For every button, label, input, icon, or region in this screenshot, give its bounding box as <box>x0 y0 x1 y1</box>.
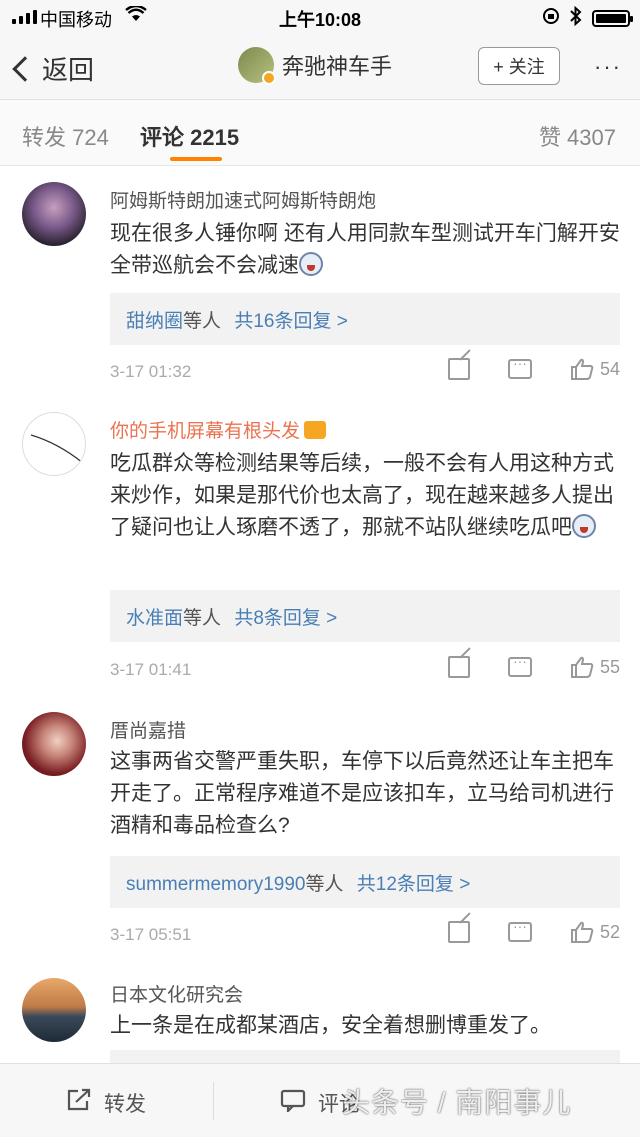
follow-button[interactable]: + 关注 <box>478 47 560 85</box>
comment-username[interactable]: 阿姆斯特朗加速式阿姆斯特朗炮 <box>110 186 376 213</box>
replies-mid: 等人 <box>183 311 222 332</box>
comment-text: 吃瓜群众等检测结果等后续，一般不会有人用这种方式来炒作，如果是那代价也太高了，现… <box>110 448 620 544</box>
comment-text: 上一条是在成都某酒店，安全着想删博重发了。 <box>110 1014 551 1037</box>
laugh-emoji-icon <box>572 514 596 538</box>
author-info[interactable]: 奔驰神车手 <box>238 47 392 85</box>
thumbs-up-icon[interactable] <box>570 921 594 943</box>
user-avatar[interactable] <box>22 712 86 776</box>
comment-icon[interactable] <box>507 918 532 942</box>
like-count: 52 <box>599 921 620 942</box>
share-icon[interactable] <box>447 358 470 380</box>
reply-user-link[interactable]: 水准面 <box>126 608 183 629</box>
comment-timestamp: 3-17 05:51 <box>110 925 192 944</box>
verified-badge-icon <box>262 71 276 85</box>
comment-meta: 3-17 01:32 54 <box>110 355 620 382</box>
reply-user-link[interactable]: 甜纳圈 <box>126 311 183 332</box>
tab-reposts[interactable]: 转发 724 <box>22 120 109 152</box>
thumbs-up-icon[interactable] <box>570 358 594 380</box>
laugh-emoji-icon <box>299 252 323 276</box>
comment-timestamp: 3-17 01:41 <box>110 660 192 679</box>
share-icon[interactable] <box>447 921 470 943</box>
bluetooth-icon <box>570 5 582 31</box>
reply-count-link[interactable]: 共8条回复 > <box>234 608 337 629</box>
repost-button[interactable]: 转发 <box>66 1088 146 1118</box>
comment-icon[interactable] <box>507 653 532 677</box>
comment-username[interactable]: 厝尚嘉措 <box>110 716 186 743</box>
replies-preview[interactable]: summermemory1990等人 共12条回复 > <box>110 856 620 908</box>
reply-count-link[interactable]: 共12条回复 > <box>357 874 471 895</box>
active-tab-indicator <box>170 157 222 161</box>
tab-likes[interactable]: 赞 4307 <box>539 120 616 152</box>
comment-icon <box>280 1088 306 1118</box>
replies-preview[interactable]: 水准面等人 共8条回复 > <box>110 590 620 642</box>
comment-timestamp: 3-17 01:32 <box>110 362 192 381</box>
user-avatar[interactable] <box>22 182 86 246</box>
chevron-left-icon <box>12 55 38 82</box>
replies-mid: 等人 <box>183 608 222 629</box>
watermark: 头条号 / 南阳事儿 <box>342 1087 572 1118</box>
like-count: 54 <box>599 358 620 379</box>
bottom-action-bar: 转发 评论 头条号 / 南阳事儿 <box>0 1063 640 1137</box>
reply-user-link[interactable]: summermemory1990 <box>126 874 306 895</box>
battery-icon <box>592 10 633 27</box>
nav-bar: 返回 奔驰神车手 + 关注 ··· <box>0 34 640 100</box>
more-options-button[interactable]: ··· <box>594 54 622 80</box>
back-button[interactable]: 返回 <box>12 50 95 87</box>
reply-count-link[interactable]: 共16条回复 > <box>234 311 348 332</box>
replies-mid: 等人 <box>305 874 344 895</box>
divider <box>213 1082 214 1120</box>
comment-username[interactable]: 日本文化研究会 <box>110 980 243 1007</box>
comment-text-body: 现在很多人锤你啊 还有人用同款车型测试开车门解开安全带巡航会不会减速 <box>110 222 620 277</box>
thumbs-up-icon[interactable] <box>570 656 594 678</box>
repost-label: 转发 <box>104 1093 146 1116</box>
comment-text: 这事两省交警严重失职，车停下以后竟然还让车主把车开走了。正常程序难道不是应该扣车… <box>110 750 614 837</box>
user-avatar[interactable] <box>22 978 86 1042</box>
comment-meta: 3-17 05:51 52 <box>110 918 620 945</box>
comment-icon[interactable] <box>507 355 532 379</box>
replies-preview[interactable]: 甜纳圈等人 共16条回复 > <box>110 293 620 345</box>
repost-icon <box>66 1088 92 1118</box>
comment-text-body: 吃瓜群众等检测结果等后续，一般不会有人用这种方式来炒作，如果是那代价也太高了，现… <box>110 452 614 539</box>
comment-text: 现在很多人锤你啊 还有人用同款车型测试开车门解开安全带巡航会不会减速 <box>110 218 620 282</box>
user-avatar[interactable] <box>22 412 86 476</box>
author-name[interactable]: 奔驰神车手 <box>282 49 392 81</box>
rotation-lock-icon <box>542 7 560 30</box>
username-text[interactable]: 你的手机屏幕有根头发 <box>110 421 300 442</box>
like-count: 55 <box>599 656 620 677</box>
comment-username[interactable]: 你的手机屏幕有根头发 <box>110 416 327 443</box>
share-icon[interactable] <box>447 656 470 678</box>
replies-preview <box>110 1050 620 1064</box>
comment-meta: 3-17 01:41 55 <box>110 653 620 680</box>
author-avatar[interactable] <box>238 47 276 85</box>
back-label: 返回 <box>42 55 95 85</box>
tab-comments[interactable]: 评论 2215 <box>140 120 239 152</box>
tab-bar: 转发 724 评论 2215 赞 4307 <box>0 100 640 166</box>
status-bar: 中国移动 上午10:08 <box>0 0 640 34</box>
crown-badge-icon <box>304 421 327 439</box>
